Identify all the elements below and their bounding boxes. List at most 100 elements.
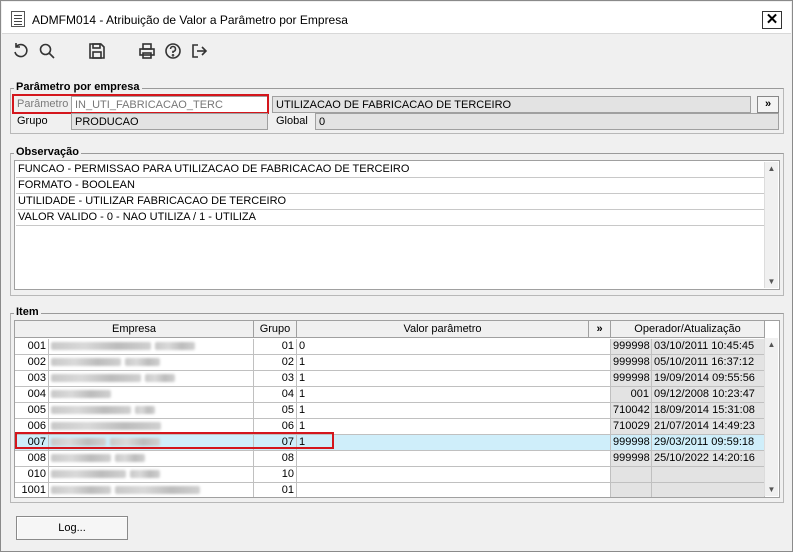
cell-valor[interactable]: 1	[297, 355, 611, 371]
cell-empresa-name	[49, 451, 254, 467]
table-row[interactable]: 002 02 1 999998 05/10/2011 16:37:12	[15, 355, 765, 371]
global-field: 0	[315, 113, 779, 130]
cell-empresa-name	[49, 371, 254, 387]
parametro-section-title: Parâmetro por empresa	[14, 81, 142, 93]
cell-empresa-code: 004	[15, 387, 49, 403]
redacted-text	[51, 390, 111, 399]
table-row[interactable]: 010 10	[15, 467, 765, 483]
observacao-line: UTILIDADE - UTILIZAR FABRICACAO DE TERCE…	[16, 194, 764, 210]
cell-valor[interactable]: 1	[297, 371, 611, 387]
cell-grupo: 03	[254, 371, 297, 387]
print-icon[interactable]	[136, 40, 158, 62]
title-bar: ADMFM014 - Atribuição de Valor a Parâmet…	[2, 2, 791, 34]
redacted-text	[145, 374, 175, 383]
table-row[interactable]: 003 03 1 999998 19/09/2014 09:55:56	[15, 371, 765, 387]
grupo-field: PRODUCAO	[71, 113, 268, 130]
column-header-valor[interactable]: Valor parâmetro	[297, 321, 589, 338]
cell-grupo: 01	[254, 339, 297, 355]
cell-grupo: 10	[254, 467, 297, 483]
cell-atualizacao: 25/10/2022 14:20:16	[652, 451, 765, 467]
cell-operador	[611, 467, 652, 483]
observacao-list[interactable]: FUNCAO - PERMISSAO PARA UTILIZACAO DE FA…	[14, 160, 780, 290]
cell-empresa-name	[49, 339, 254, 355]
redacted-text	[115, 486, 200, 495]
cell-operador: 999998	[611, 451, 652, 467]
table-row[interactable]: 008 08 999998 25/10/2022 14:20:16	[15, 451, 765, 467]
app-icon	[11, 11, 25, 27]
observacao-line: FORMATO - BOOLEAN	[16, 178, 764, 194]
cell-empresa-name	[49, 467, 254, 483]
parametro-lookup-button[interactable]: »	[757, 96, 779, 113]
cell-empresa-name	[49, 403, 254, 419]
redacted-text	[125, 358, 160, 367]
cell-atualizacao: 18/09/2014 15:31:08	[652, 403, 765, 419]
window-title: ADMFM014 - Atribuição de Valor a Parâmet…	[32, 13, 348, 27]
observacao-scrollbar[interactable]: ▲ ▼	[764, 162, 778, 288]
observacao-line: FUNCAO - PERMISSAO PARA UTILIZACAO DE FA…	[16, 162, 764, 178]
cell-atualizacao: 09/12/2008 10:23:47	[652, 387, 765, 403]
scroll-up-icon[interactable]: ▲	[765, 162, 778, 175]
cell-valor[interactable]: 1	[297, 403, 611, 419]
parametro-description: UTILIZACAO DE FABRICACAO DE TERCEIRO	[272, 96, 751, 113]
cell-empresa-name	[49, 355, 254, 371]
cell-operador: 999998	[611, 355, 652, 371]
grid-scrollbar[interactable]: ▲ ▼	[764, 338, 778, 496]
cell-operador: 999998	[611, 339, 652, 355]
redacted-text	[155, 342, 195, 351]
grupo-label: Grupo	[17, 115, 48, 127]
cell-atualizacao: 21/07/2014 14:49:23	[652, 419, 765, 435]
cell-valor[interactable]: 1	[297, 387, 611, 403]
help-icon[interactable]	[162, 40, 184, 62]
column-header-operador[interactable]: Operador/Atualização	[611, 321, 765, 338]
cell-valor[interactable]	[297, 467, 611, 483]
column-header-grupo[interactable]: Grupo	[254, 321, 297, 338]
cell-grupo: 01	[254, 483, 297, 497]
cell-grupo: 05	[254, 403, 297, 419]
search-icon[interactable]	[36, 40, 58, 62]
table-row[interactable]: 005 05 1 710042 18/09/2014 15:31:08	[15, 403, 765, 419]
cell-operador: 999998	[611, 371, 652, 387]
table-row[interactable]: 1001 01	[15, 483, 765, 497]
row-highlight	[15, 432, 334, 449]
cell-valor[interactable]	[297, 451, 611, 467]
cell-empresa-name	[49, 483, 254, 497]
item-section-title: Item	[14, 306, 41, 318]
redacted-text	[51, 454, 111, 463]
save-icon[interactable]	[86, 40, 108, 62]
redacted-text	[51, 358, 121, 367]
column-header-empresa[interactable]: Empresa	[15, 321, 254, 338]
cell-empresa-code: 002	[15, 355, 49, 371]
cell-atualizacao	[652, 483, 765, 497]
scroll-down-icon[interactable]: ▼	[765, 275, 778, 288]
table-row[interactable]: 001 01 0 999998 03/10/2011 10:45:45	[15, 339, 765, 355]
redacted-text	[115, 454, 145, 463]
scroll-down-icon[interactable]: ▼	[765, 483, 778, 496]
app-window: ADMFM014 - Atribuição de Valor a Parâmet…	[0, 0, 793, 552]
log-button[interactable]: Log...	[16, 516, 128, 540]
table-row[interactable]: 004 04 1 001 09/12/2008 10:23:47	[15, 387, 765, 403]
cell-valor[interactable]: 1	[297, 435, 611, 451]
redacted-text	[135, 406, 155, 415]
expand-column-button[interactable]: »	[589, 321, 611, 338]
global-label: Global	[276, 115, 308, 127]
cell-empresa-code: 1001	[15, 483, 49, 497]
cell-operador: 710042	[611, 403, 652, 419]
cell-operador: 999998	[611, 435, 652, 451]
exit-icon[interactable]	[188, 40, 210, 62]
cell-empresa-code: 003	[15, 371, 49, 387]
cell-valor[interactable]: 1	[297, 419, 611, 435]
cell-grupo: 08	[254, 451, 297, 467]
cell-empresa-code: 001	[15, 339, 49, 355]
scroll-up-icon[interactable]: ▲	[765, 338, 778, 351]
item-grid[interactable]: Empresa Grupo Valor parâmetro » Operador…	[14, 320, 780, 498]
close-button[interactable]: ✕	[762, 11, 782, 29]
cell-valor[interactable]: 0	[297, 339, 611, 355]
redacted-text	[51, 470, 126, 479]
cell-empresa-name	[49, 387, 254, 403]
observacao-line: VALOR VALIDO - 0 - NAO UTILIZA / 1 - UTI…	[16, 210, 764, 226]
refresh-icon[interactable]	[10, 40, 32, 62]
cell-empresa-code: 005	[15, 403, 49, 419]
toolbar	[2, 35, 791, 69]
cell-operador: 710029	[611, 419, 652, 435]
cell-valor[interactable]	[297, 483, 611, 497]
